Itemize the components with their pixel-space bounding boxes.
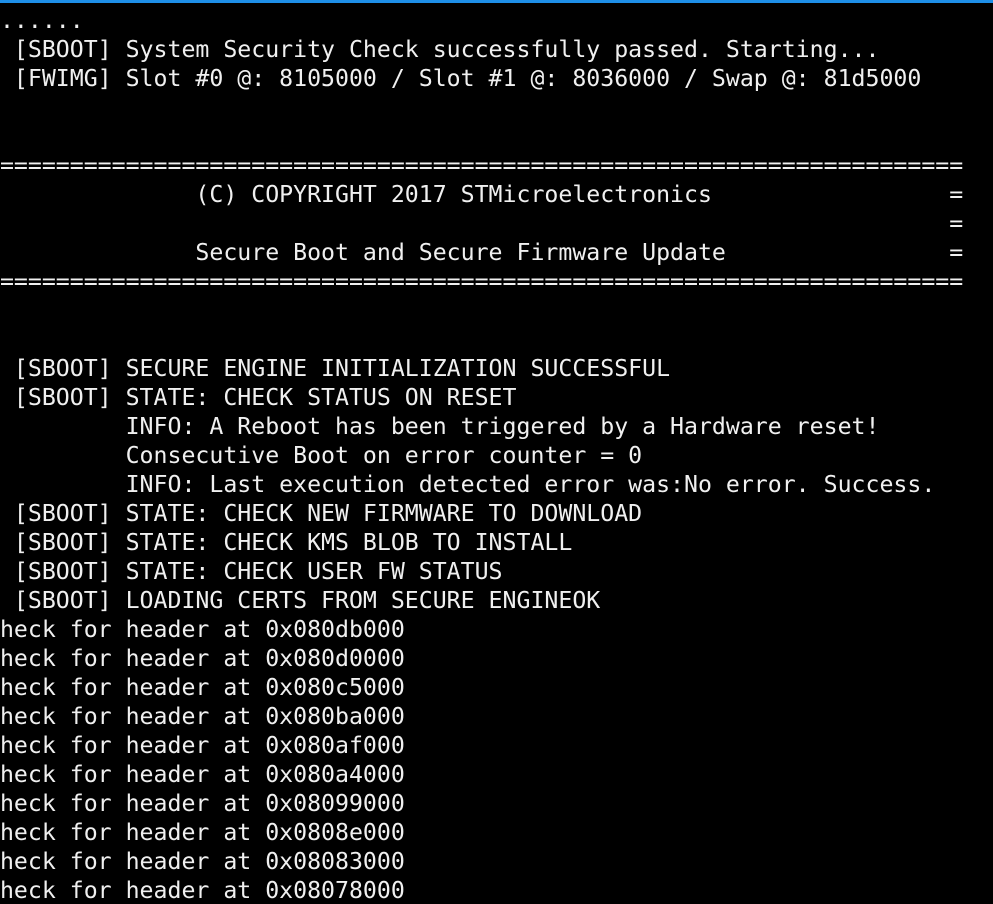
banner-copyright-line: = (C) COPYRIGHT 2017 STMicroelectronics …	[0, 181, 964, 208]
terminal-line: Check for header at 0x080db000	[0, 616, 405, 643]
banner-title-line: = Secure Boot and Secure Firmware Update…	[0, 239, 964, 266]
terminal-line: Check for header at 0x080c5000	[0, 674, 405, 701]
terminal-line: = [SBOOT] LOADING CERTS FROM SECURE ENGI…	[0, 587, 601, 614]
window-top-border	[0, 0, 993, 3]
terminal-line: = [SBOOT] SECURE ENGINE INITIALIZATION S…	[0, 355, 671, 382]
terminal-line: = [SBOOT] System Security Check successf…	[0, 36, 880, 63]
terminal-line: Check for header at 0x080af000	[0, 732, 405, 759]
terminal-line: Check for header at 0x08099000	[0, 790, 405, 817]
terminal-line: Check for header at 0x08083000	[0, 848, 405, 875]
terminal-line: = [SBOOT] STATE: CHECK NEW FIRMWARE TO D…	[0, 500, 643, 527]
terminal-line: INFO: A Reboot has been triggered by a H…	[0, 413, 880, 440]
terminal-line: INFO: Last execution detected error was:…	[0, 471, 936, 498]
terminal-output[interactable]: =...... = [SBOOT] System Security Check …	[0, 6, 993, 904]
banner-border-top: ========================================…	[0, 152, 964, 179]
terminal-line: = [SBOOT] STATE: CHECK STATUS ON RESET	[0, 384, 517, 411]
terminal-line: =......	[0, 7, 84, 34]
terminal-line: Check for header at 0x0808e000	[0, 819, 405, 846]
banner-blank-line: = =	[0, 210, 964, 237]
terminal-line: Check for header at 0x080a4000	[0, 761, 405, 788]
terminal-line: Check for header at 0x080d0000	[0, 645, 405, 672]
terminal-line: = [SBOOT] STATE: CHECK USER FW STATUS	[0, 558, 503, 585]
terminal-line: = [SBOOT] STATE: CHECK KMS BLOB TO INSTA…	[0, 529, 573, 556]
terminal-line: = [FWIMG] Slot #0 @: 8105000 / Slot #1 @…	[0, 65, 922, 92]
terminal-line: Check for header at 0x08078000	[0, 877, 405, 904]
terminal-line: Consecutive Boot on error counter = 0	[0, 442, 643, 469]
banner-border-bottom: ========================================…	[0, 268, 964, 295]
terminal-line: Check for header at 0x080ba000	[0, 703, 405, 730]
